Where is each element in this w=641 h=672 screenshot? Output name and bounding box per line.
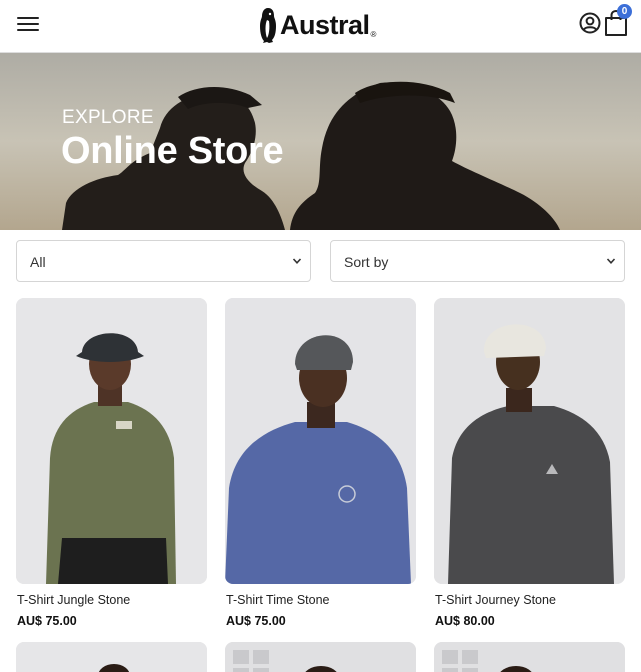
category-select[interactable]: All [16,240,311,282]
sort-select-value: Sort by [344,254,389,270]
cart-count-badge: 0 [617,4,632,19]
brand-logo[interactable]: Austral ® [258,5,376,45]
product-image [225,642,416,672]
user-circle-icon[interactable] [579,12,601,34]
product-name[interactable]: T-Shirt Jungle Stone [17,593,130,607]
product-card[interactable] [16,642,207,672]
hero-eyebrow: EXPLORE [62,107,154,128]
sort-select[interactable]: Sort by [330,240,625,282]
registered-mark: ® [370,29,377,39]
brand-name: Austral [280,9,370,40]
product-image[interactable] [16,298,207,584]
penguin-logo-icon [260,8,276,43]
product-image[interactable] [434,298,625,584]
product-price: AU$ 75.00 [17,614,77,628]
hero-banner: EXPLORE Online Store [0,53,641,230]
product-image [16,642,207,672]
product-card[interactable] [434,642,625,672]
product-image[interactable] [225,298,416,584]
product-price: AU$ 75.00 [226,614,286,628]
product-card[interactable] [225,642,416,672]
site-header: Austral ® 0 [0,0,641,53]
product-image [434,642,625,672]
hero-title: Online Store [61,130,284,172]
hamburger-menu-icon[interactable] [17,15,39,33]
product-name[interactable]: T-Shirt Time Stone [226,593,330,607]
category-select-value: All [30,254,46,270]
product-price: AU$ 80.00 [435,614,495,628]
chevron-down-icon [292,258,302,264]
product-name[interactable]: T-Shirt Journey Stone [435,593,556,607]
chevron-down-icon [606,258,616,264]
